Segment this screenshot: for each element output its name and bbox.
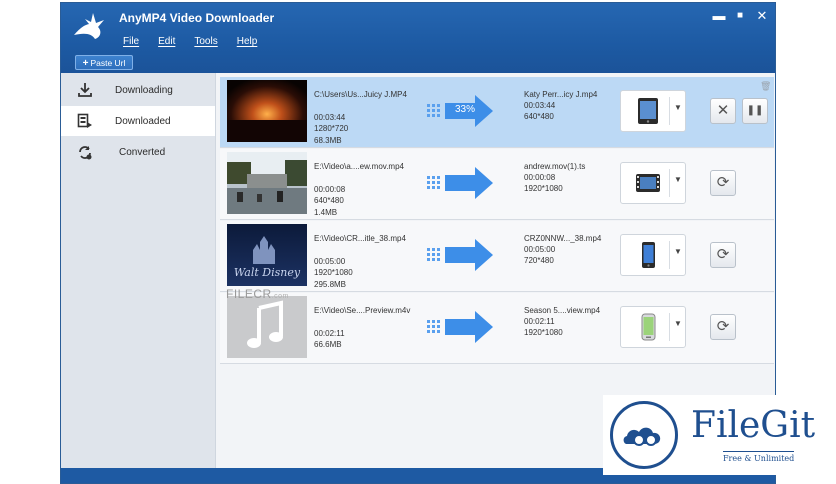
cancel-button[interactable]: ✕ [710,98,736,124]
phone-icon [642,242,655,268]
menu-help[interactable]: Help [237,36,258,52]
sidebar-item-label: Downloaded [115,116,171,127]
convert-arrow-icon [427,167,493,199]
download-icon [78,83,92,97]
source-info: E:\Video\Se....Preview.m4v 00:02:11 66.6… [314,305,410,351]
output-resolution: 720*480 [524,256,554,265]
film-list-icon [77,113,92,128]
sidebar-item-label: Downloading [115,85,173,96]
task-row[interactable]: E:\Video\Se....Preview.m4v 00:02:11 66.6… [220,293,774,364]
reconvert-button[interactable]: ⟳ [710,242,736,268]
output-filename: andrew.mov(1).ts [524,162,586,171]
hd-film-icon [636,174,660,192]
output-resolution: 1920*1080 [524,328,563,337]
paste-url-button[interactable]: + Paste Url [75,55,133,70]
video-thumbnail [227,80,307,142]
menu-tools[interactable]: Tools [194,36,217,52]
output-info: andrew.mov(1).ts 00:00:08 1920*1080 [524,161,585,194]
paste-url-label: Paste Url [90,58,126,68]
video-thumbnail: Walt Disney [227,224,307,286]
chevron-down-icon: ▼ [674,247,682,256]
task-row[interactable]: E:\Video\a....ew.mov.mp4 00:00:08 640*48… [220,149,774,220]
source-resolution: 640*480 [314,196,344,205]
output-duration: 00:03:44 [524,101,556,110]
reconvert-button[interactable]: ⟳ [710,314,736,340]
progress-percent: 33% [454,104,475,115]
source-filename: C:\Users\Us...Juicy J.MP4 [314,90,407,99]
output-info: CRZ0NNW..._38.mp4 00:05:00 720*480 [524,233,601,266]
sidebar-item-label: Converted [119,147,166,158]
video-thumbnail [227,296,307,358]
chevron-down-icon: ▼ [674,319,682,328]
sidebar: Downloading Downloaded Converted [61,73,216,469]
menu-file[interactable]: File [123,36,139,52]
source-size: 68.3MB [314,135,342,145]
task-row[interactable]: Walt Disney E:\Video\CR...itle_38.mp4 00… [220,221,774,292]
source-duration: 00:03:44 [314,112,346,122]
output-info: Season 5....view.mp4 00:02:11 1920*1080 [524,305,600,338]
filegit-name: FileGit [691,405,816,446]
sidebar-item-downloading[interactable]: Downloading [61,75,215,105]
source-size: 295.8MB [314,279,347,289]
output-filename: CRZ0NNW..._38.mp4 [524,234,602,243]
convert-arrow-icon [427,239,493,271]
titlebar: AnyMP4 Video Downloader ▬ ■ ✕ File Edit … [61,3,775,73]
pause-button[interactable]: ❚❚ [742,98,768,124]
source-duration: 00:05:00 [314,256,346,266]
output-resolution: 1920*1080 [524,184,563,193]
output-duration: 00:00:08 [524,173,556,182]
chevron-down-icon: ▼ [674,103,682,112]
convert-icon [79,146,92,160]
filegit-logo-icon [610,401,678,469]
device-profile-select[interactable]: ▼ [620,162,686,204]
close-button[interactable]: ✕ [755,9,769,23]
svg-text:Walt Disney: Walt Disney [234,266,301,279]
app-logo-icon [74,13,104,39]
output-info: Katy Perr...icy J.mp4 00:03:44 640*480 [524,89,597,122]
sidebar-item-downloaded[interactable]: Downloaded [61,106,215,136]
output-resolution: 640*480 [524,112,554,121]
minimize-button[interactable]: ▬ [712,9,726,23]
output-filename: Season 5....view.mp4 [524,306,601,315]
source-size: 66.6MB [314,340,342,349]
chevron-down-icon: ▼ [674,175,682,184]
source-filename: E:\Video\a....ew.mov.mp4 [314,162,404,171]
source-info: C:\Users\Us...Juicy J.MP4 00:03:44 1280*… [314,89,407,146]
video-thumbnail [227,152,307,214]
output-filename: Katy Perr...icy J.mp4 [524,90,598,99]
convert-arrow-icon [427,311,493,343]
device-profile-select[interactable]: ▼ [620,90,686,132]
reconvert-button[interactable]: ⟳ [710,170,736,196]
filegit-watermark: FileGit Free & Unlimited [603,395,836,475]
source-info: E:\Video\a....ew.mov.mp4 00:00:08 640*48… [314,161,404,218]
source-size: 1.4MB [314,207,338,217]
source-duration: 00:02:11 [314,328,345,338]
menu-edit[interactable]: Edit [158,36,175,52]
device-profile-select[interactable]: ▼ [620,234,686,276]
tablet-icon [638,98,658,124]
filegit-tagline: Free & Unlimited [723,451,795,463]
sidebar-item-converted[interactable]: Converted [61,137,215,167]
maximize-button[interactable]: ■ [733,9,747,23]
source-filename: E:\Video\Se....Preview.m4v [314,306,411,315]
output-duration: 00:02:11 [524,317,555,326]
source-duration: 00:00:08 [314,184,346,194]
filecr-watermark: FILECR.com [226,287,289,301]
trash-icon[interactable]: 🗑 [760,81,771,92]
task-row[interactable]: C:\Users\Us...Juicy J.MP4 00:03:44 1280*… [220,77,774,148]
device-profile-select[interactable]: ▼ [620,306,686,348]
output-duration: 00:05:00 [524,245,556,254]
source-resolution: 1920*1080 [314,268,353,277]
plus-icon: + [82,58,89,69]
android-phone-icon [641,313,656,341]
source-resolution: 1280*720 [314,124,349,133]
app-title: AnyMP4 Video Downloader [119,11,275,25]
source-info: E:\Video\CR...itle_38.mp4 00:05:00 1920*… [314,233,406,290]
source-filename: E:\Video\CR...itle_38.mp4 [314,234,406,243]
menu-bar: File Edit Tools Help [123,36,276,52]
